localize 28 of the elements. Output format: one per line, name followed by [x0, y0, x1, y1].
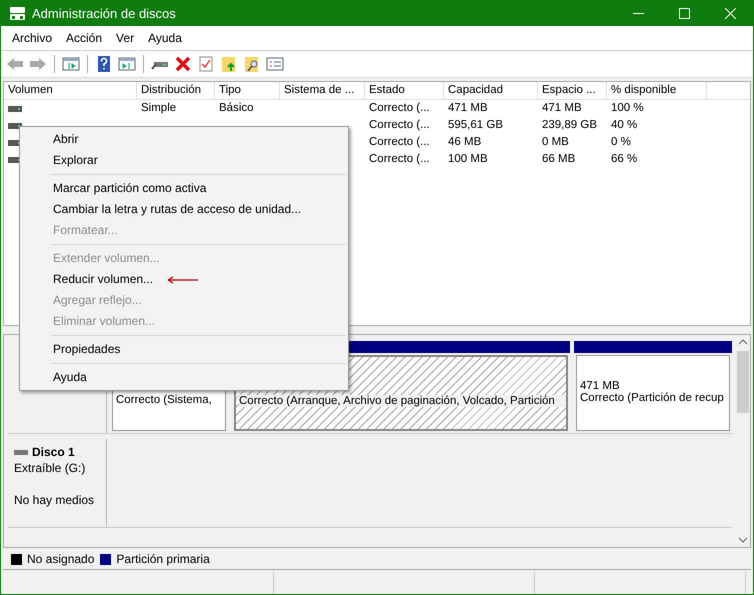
- table-cell-text: 239,89 GB: [541, 118, 597, 133]
- table-cell-text: 471 MB: [541, 101, 582, 116]
- table-cell-text: 0 %: [610, 135, 631, 150]
- table-cell-text: 100 MB: [447, 152, 488, 167]
- table-cell-text: Correcto (...: [368, 118, 430, 133]
- table-cell-text: 595,61 GB: [447, 118, 503, 133]
- table-cell-text: 0 MB: [541, 135, 569, 150]
- table-cell-text: 66 MB: [541, 152, 576, 167]
- disk-type: Extraíble (G:): [14, 461, 86, 475]
- disk-name: Disco 1: [32, 445, 75, 459]
- table-cell-text: 471 MB: [447, 101, 488, 116]
- table-cell-text: Simple: [140, 101, 176, 116]
- table-cell-text: 40 %: [610, 118, 638, 133]
- table-cell-text: Correcto (...: [368, 101, 430, 116]
- table-cell-text: Básico: [218, 101, 254, 116]
- legend-label: No asignado: [27, 552, 94, 566]
- table-cell-text: Correcto (...: [368, 135, 430, 150]
- partition-size: 471 MB: [580, 380, 621, 392]
- partition-status: Correcto (Arranque, Archivo de paginación, Volcado, Partición: [239, 395, 566, 407]
- legend-label: Partición primaria: [116, 552, 210, 566]
- disk-status: No hay medios: [14, 493, 96, 507]
- table-cell-text: 66 %: [610, 152, 638, 167]
- window-title: Administración de discos: [32, 6, 177, 20]
- partition-status: Correcto (Sistema,: [116, 394, 213, 406]
- table-cell-text: 46 MB: [447, 135, 482, 150]
- partition-status: Correcto (Partición de recup: [580, 392, 725, 404]
- table-cell-text: 100 %: [610, 101, 644, 116]
- table-cell-text: Correcto (...: [368, 152, 430, 167]
